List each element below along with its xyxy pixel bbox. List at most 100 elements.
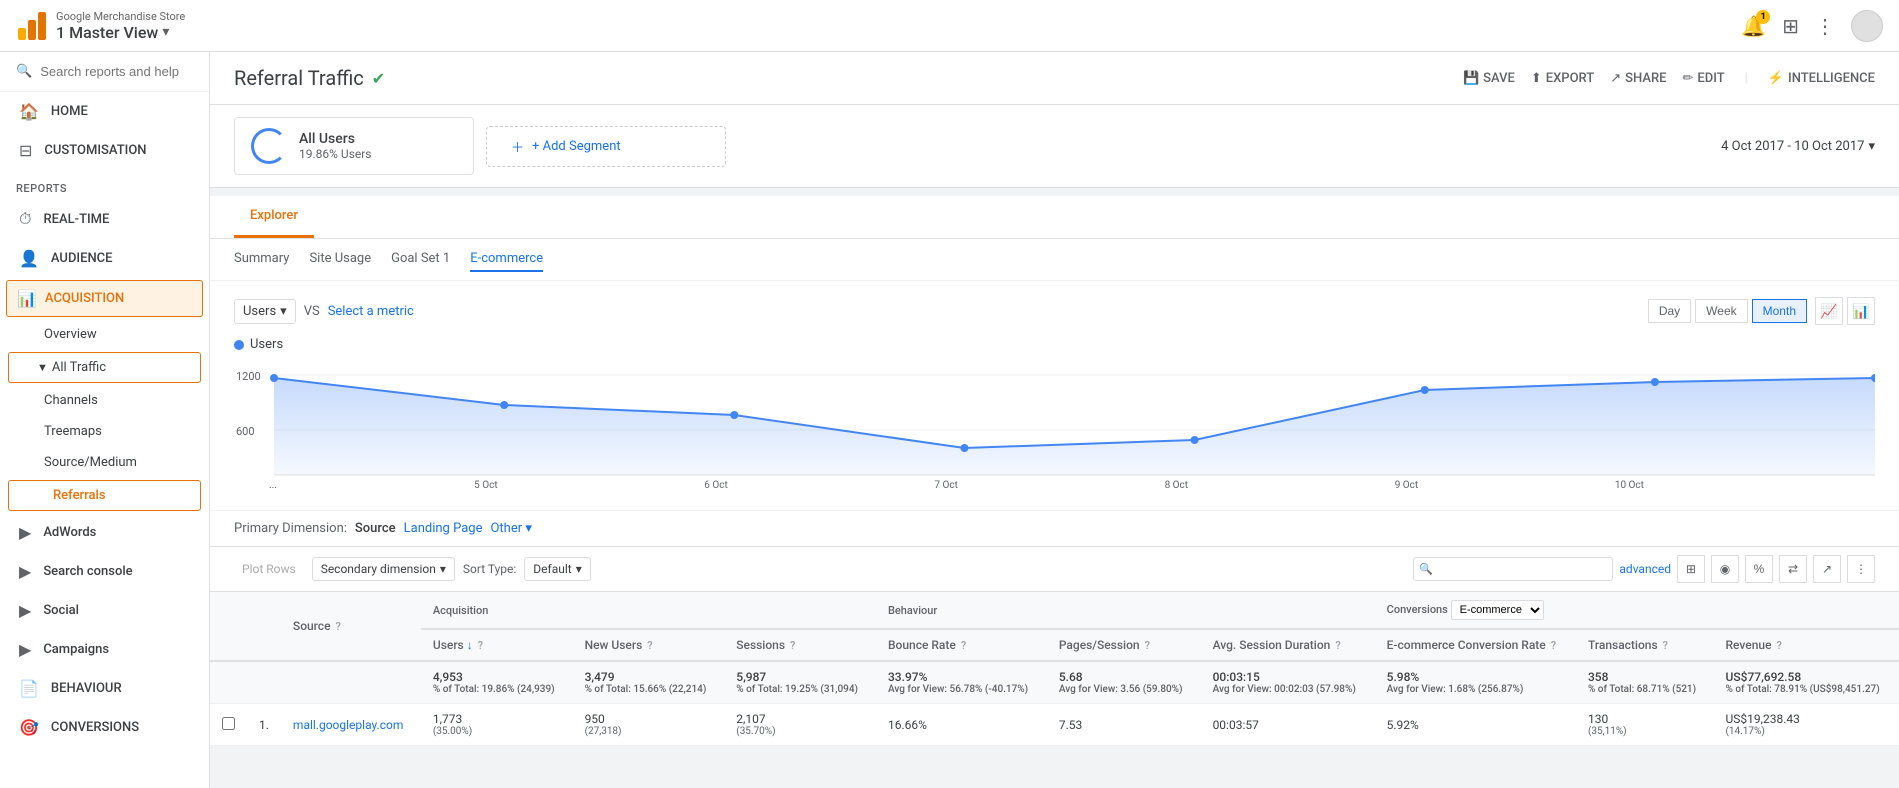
table-view-pie-btn[interactable]: ◉	[1711, 555, 1739, 583]
dim-landing-page[interactable]: Landing Page	[404, 521, 483, 536]
total-revenue: US$77,692.58 % of Total: 78.91% (US$98,4…	[1714, 661, 1899, 704]
svg-text:9 Oct: 9 Oct	[1395, 480, 1419, 490]
bell-button[interactable]: 🔔 1	[1741, 14, 1766, 38]
sidebar-item-audience[interactable]: 👤 AUDIENCE	[0, 239, 209, 278]
plus-icon: ＋	[511, 137, 524, 156]
row-checkbox[interactable]	[222, 717, 235, 730]
ecommerce-rate-info-icon[interactable]: ?	[1551, 639, 1556, 652]
user-avatar[interactable]	[1851, 10, 1883, 42]
sidebar-item-conversions[interactable]: 🎯 CONVERSIONS	[0, 708, 209, 747]
row-transactions: 130 (35,11%)	[1576, 704, 1714, 746]
th-bounce-rate[interactable]: Bounce Rate ?	[876, 629, 1047, 661]
sub-tab-site-usage[interactable]: Site Usage	[309, 247, 371, 272]
select-metric-link[interactable]: Select a metric	[328, 304, 414, 319]
th-new-users[interactable]: New Users ?	[573, 629, 725, 661]
sidebar-item-realtime[interactable]: ⏱ REAL-TIME	[0, 199, 209, 239]
table-view-pivot-btn[interactable]: ↗	[1813, 555, 1841, 583]
avg-session-info-icon[interactable]: ?	[1335, 639, 1340, 652]
pages-info-icon[interactable]: ?	[1145, 639, 1150, 652]
page-actions: 💾 SAVE ⬆ EXPORT ↗ SHARE ✏ EDIT | ⚡	[1463, 71, 1875, 86]
export-button[interactable]: ⬆ EXPORT	[1531, 71, 1594, 86]
users-info-icon[interactable]: ?	[478, 639, 483, 652]
sidebar-item-overview[interactable]: Overview	[0, 319, 209, 350]
bar-chart-btn[interactable]: 📊	[1847, 297, 1875, 325]
dim-source[interactable]: Source	[355, 521, 396, 536]
save-button[interactable]: 💾 SAVE	[1463, 71, 1515, 86]
tab-explorer[interactable]: Explorer	[234, 196, 314, 238]
transactions-info-icon[interactable]: ?	[1663, 639, 1668, 652]
sidebar-item-referrals[interactable]: Referrals	[8, 480, 201, 511]
table-search-wrapper: 🔍	[1413, 557, 1613, 581]
th-ecommerce-rate[interactable]: E-commerce Conversion Rate ?	[1375, 629, 1576, 661]
edit-button[interactable]: ✏ EDIT	[1682, 71, 1724, 86]
secondary-dimension-dropdown[interactable]: Secondary dimension ▾	[312, 557, 455, 581]
sidebar-item-search-console[interactable]: ▶ Search console	[0, 552, 209, 591]
svg-text:600: 600	[236, 425, 255, 438]
th-users[interactable]: Users ↓ ?	[421, 629, 573, 661]
table-view-compare-btn[interactable]: ⇄	[1779, 555, 1807, 583]
conversions-icon: 🎯	[19, 718, 39, 737]
top-header: Google Merchandise Store 1 Master View ▾…	[0, 0, 1899, 52]
table-view-percent-btn[interactable]: %	[1745, 555, 1773, 583]
intelligence-button[interactable]: ⚡ INTELLIGENCE	[1768, 71, 1875, 86]
dim-other[interactable]: Other ▾	[490, 521, 531, 536]
th-avg-session[interactable]: Avg. Session Duration ?	[1201, 629, 1375, 661]
all-users-segment[interactable]: All Users 19.86% Users	[234, 117, 474, 175]
th-revenue[interactable]: Revenue ?	[1714, 629, 1899, 661]
sub-tab-ecommerce[interactable]: E-commerce	[470, 247, 543, 272]
sidebar-item-adwords[interactable]: ▶ AdWords	[0, 513, 209, 552]
sidebar-item-behaviour[interactable]: 📄 BEHAVIOUR	[0, 669, 209, 708]
revenue-info-icon[interactable]: ?	[1776, 639, 1781, 652]
sort-type-dropdown[interactable]: Default ▾	[524, 557, 590, 581]
line-chart-btn[interactable]: 📈	[1815, 297, 1843, 325]
time-btn-week[interactable]: Week	[1695, 299, 1747, 323]
th-pages-session[interactable]: Pages/Session ?	[1047, 629, 1201, 661]
sidebar-item-customisation[interactable]: ⊟ CUSTOMISATION	[0, 131, 209, 170]
bounce-info-icon[interactable]: ?	[961, 639, 966, 652]
time-btn-month[interactable]: Month	[1752, 299, 1807, 323]
table-view-more-btn[interactable]: ⋮	[1847, 555, 1875, 583]
sidebar-item-acquisition[interactable]: 📊 ACQUISITION	[6, 280, 203, 317]
conversions-dropdown[interactable]: E-commerce	[1451, 600, 1544, 620]
add-segment-button[interactable]: ＋ + Add Segment	[486, 126, 726, 167]
search-input[interactable]	[40, 64, 193, 79]
sub-tab-summary[interactable]: Summary	[234, 247, 289, 272]
behaviour-icon: 📄	[19, 679, 39, 698]
realtime-label: REAL-TIME	[43, 212, 109, 227]
sessions-info-icon[interactable]: ?	[790, 639, 795, 652]
chevron-down-icon: ▼	[37, 361, 48, 374]
add-segment-label: + Add Segment	[532, 139, 621, 154]
th-sessions[interactable]: Sessions ?	[724, 629, 876, 661]
date-range-picker[interactable]: 4 Oct 2017 - 10 Oct 2017 ▾	[1721, 139, 1875, 154]
sidebar-item-channels[interactable]: Channels	[0, 385, 209, 416]
sub-tab-goal-set-1[interactable]: Goal Set 1	[391, 247, 450, 272]
row-pages-session: 7.53	[1047, 704, 1201, 746]
home-icon: 🏠	[19, 102, 39, 121]
primary-dimension-label: Primary Dimension:	[234, 521, 347, 536]
content-area: Referral Traffic ✔ 💾 SAVE ⬆ EXPORT ↗ SHA…	[210, 52, 1899, 788]
source-link[interactable]: mall.googleplay.com	[293, 718, 403, 732]
new-users-info-icon[interactable]: ?	[647, 639, 652, 652]
sidebar-item-social[interactable]: ▶ Social	[0, 591, 209, 630]
table-search-input[interactable]	[1413, 557, 1613, 581]
sidebar-item-all-traffic[interactable]: ▼ All Traffic	[8, 352, 201, 383]
sidebar-item-home[interactable]: 🏠 HOME	[0, 92, 209, 131]
advanced-link[interactable]: advanced	[1619, 562, 1671, 576]
sidebar-item-treemaps[interactable]: Treemaps	[0, 416, 209, 447]
realtime-icon: ⏱	[19, 209, 31, 229]
sidebar-item-source-medium[interactable]: Source/Medium	[0, 447, 209, 478]
share-button[interactable]: ↗ SHARE	[1610, 71, 1666, 86]
apps-icon[interactable]: ⊞	[1782, 14, 1799, 38]
sub-tabs: Summary Site Usage Goal Set 1 E-commerce	[210, 239, 1899, 281]
more-icon[interactable]: ⋮	[1815, 14, 1835, 38]
time-btn-day[interactable]: Day	[1648, 299, 1691, 323]
row-checkbox-cell[interactable]	[210, 704, 247, 746]
table-view-grid-btn[interactable]: ⊞	[1677, 555, 1705, 583]
source-info-icon[interactable]: ?	[335, 620, 340, 633]
social-label: Social	[43, 603, 79, 618]
metric-dropdown[interactable]: Users ▾	[234, 299, 296, 324]
sidebar-search-area[interactable]: 🔍	[0, 52, 209, 92]
th-transactions[interactable]: Transactions ?	[1576, 629, 1714, 661]
sidebar-item-campaigns[interactable]: ▶ Campaigns	[0, 630, 209, 669]
th-group-conversions: Conversions E-commerce	[1375, 592, 1899, 629]
